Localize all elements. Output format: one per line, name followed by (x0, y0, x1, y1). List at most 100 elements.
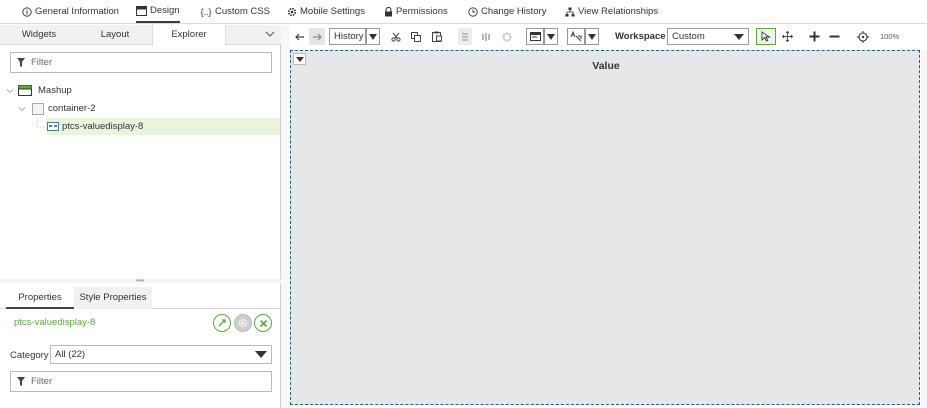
close-icon (259, 319, 267, 327)
paste-button[interactable] (431, 28, 443, 45)
center-button[interactable] (501, 28, 513, 45)
tab-label: Mobile Settings (300, 6, 365, 17)
css-icon: {..} (200, 6, 212, 17)
tab-widgets[interactable]: Widgets (0, 25, 78, 45)
filter-icon (17, 377, 25, 386)
undo-button[interactable] (293, 28, 307, 45)
tab-custom-css[interactable]: {..} Custom CSS (200, 0, 270, 23)
tab-general-information[interactable]: General Information (22, 0, 119, 23)
tab-label: General Information (35, 6, 119, 17)
tree-item-container-2[interactable]: container-2 (18, 100, 276, 117)
right-splitter[interactable] (921, 50, 927, 408)
text-select[interactable] (567, 28, 585, 45)
redo-button[interactable] (309, 28, 325, 45)
container-icon (32, 102, 44, 115)
properties-filter-input[interactable]: Filter (10, 371, 272, 392)
tab-explorer[interactable]: Explorer (152, 25, 226, 46)
tree-item-ptcs-valuedisplay-8[interactable]: ptcs-valuedisplay-8 (46, 118, 280, 135)
value-display-title: Value (592, 60, 620, 72)
tab-style-properties[interactable]: Style Properties (74, 287, 152, 309)
vertical-splitter[interactable] (281, 25, 289, 408)
left-panel: Widgets Layout Explorer Filter Mashup co… (0, 25, 281, 408)
design-canvas[interactable]: Value (290, 50, 920, 405)
explorer-filter-input[interactable]: Filter (10, 52, 272, 73)
move-tool-button[interactable] (780, 28, 794, 45)
category-select[interactable]: All (22) (50, 345, 272, 364)
tree-connector (36, 118, 45, 128)
configure-button[interactable] (234, 314, 252, 332)
design-toolbar: History Workspace Custom 100% (289, 25, 927, 48)
target-icon (502, 31, 512, 42)
share-icon (218, 319, 226, 327)
hierarchy-icon (565, 7, 575, 16)
tree-item-mashup[interactable]: Mashup (6, 82, 276, 99)
cut-button[interactable] (390, 28, 402, 45)
zoom-out-button[interactable] (827, 28, 841, 45)
grip-icon: ••• (136, 276, 145, 285)
align-icon (462, 32, 468, 41)
selected-widget-name: ptcs-valuedisplay-8 (14, 317, 96, 328)
plus-icon (809, 31, 819, 42)
valuedisplay-icon (47, 122, 59, 131)
filter-icon (17, 58, 25, 67)
history-label: History (334, 31, 364, 42)
filter-placeholder: Filter (31, 376, 53, 387)
workspace-value: Custom (672, 31, 705, 42)
chevron-down-icon[interactable] (265, 29, 275, 39)
select-tool-button[interactable] (756, 28, 776, 45)
chevron-down-icon (255, 351, 267, 358)
history-select[interactable]: History (329, 28, 366, 45)
undo-icon (295, 33, 304, 40)
text-icon (570, 31, 582, 42)
chevron-down-icon[interactable] (6, 87, 14, 95)
align-icon (482, 32, 490, 41)
copy-button[interactable] (410, 28, 422, 45)
mashup-icon (18, 85, 32, 96)
tab-design[interactable]: Design (136, 0, 180, 23)
fit-zoom-button[interactable] (856, 28, 870, 45)
tab-properties[interactable]: Properties (6, 287, 74, 309)
top-tab-bar: General Information Design {..} Custom C… (0, 0, 927, 24)
history-dropdown[interactable] (366, 28, 380, 45)
tab-label: Custom CSS (215, 6, 270, 17)
move-icon (781, 31, 793, 42)
layout-select[interactable] (526, 28, 544, 45)
zoom-in-button[interactable] (807, 28, 821, 45)
tab-label: View Relationships (578, 6, 659, 17)
left-tab-bar: Widgets Layout Explorer (0, 25, 281, 46)
properties-tab-bar: Properties Style Properties (0, 287, 281, 309)
tree-item-label: ptcs-valuedisplay-8 (62, 121, 144, 132)
crosshair-icon (857, 30, 869, 43)
align-vertical-button[interactable] (458, 28, 472, 45)
minus-icon (829, 35, 839, 38)
scissors-icon (391, 32, 401, 42)
filter-placeholder: Filter (31, 57, 53, 68)
workspace-label: Workspace (615, 31, 666, 42)
cursor-icon (761, 31, 771, 42)
tab-change-history[interactable]: Change History (468, 0, 546, 23)
layout-icon (529, 32, 541, 41)
redo-icon (313, 33, 322, 40)
tab-mobile-settings[interactable]: Mobile Settings (287, 0, 365, 23)
gear-icon (287, 7, 297, 16)
workspace-select[interactable]: Custom (667, 28, 749, 45)
delete-widget-button[interactable] (254, 314, 272, 332)
tab-view-relationships[interactable]: View Relationships (565, 0, 658, 23)
tab-label: Permissions (396, 6, 448, 17)
bind-button[interactable] (213, 314, 231, 332)
align-horizontal-button[interactable] (480, 28, 492, 45)
text-dropdown[interactable] (585, 28, 599, 45)
tab-label: Change History (481, 6, 547, 17)
tab-label: Design (150, 5, 180, 16)
copy-icon (411, 31, 421, 42)
chevron-down-icon (734, 34, 744, 40)
tab-permissions[interactable]: Permissions (384, 0, 448, 23)
clock-icon (468, 6, 478, 17)
design-icon (136, 5, 147, 16)
tree-item-label: container-2 (48, 103, 96, 114)
tab-layout[interactable]: Layout (78, 25, 152, 45)
info-icon (22, 6, 32, 17)
chevron-down-icon[interactable] (18, 105, 26, 113)
layout-dropdown[interactable] (544, 28, 558, 45)
panel-splitter[interactable]: ••• (0, 276, 281, 285)
